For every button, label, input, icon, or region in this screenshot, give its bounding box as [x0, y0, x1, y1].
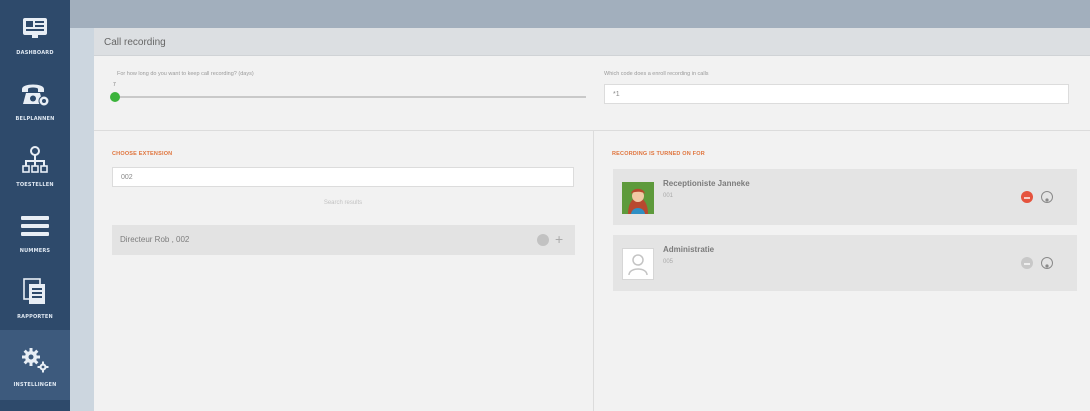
extension-result-label: Directeur Rob , 002 [120, 235, 190, 244]
retention-slider-track[interactable] [116, 96, 586, 98]
sidebar-item-belplannen[interactable]: BELPLANNEN [0, 66, 70, 132]
documents-icon [15, 274, 55, 310]
dial-code-input[interactable] [604, 84, 1069, 104]
info-button[interactable] [1041, 257, 1053, 269]
app-root: DASHBOARD BELPLANNEN TOESTELLEN NUMMERS … [0, 0, 1090, 411]
section-divider [94, 130, 1090, 131]
remove-button[interactable] [1021, 257, 1033, 269]
remove-icon [537, 234, 549, 246]
sidebar-item-label: TOESTELLEN [16, 182, 54, 188]
sidebar-item-label: DASHBOARD [16, 50, 54, 56]
sidebar-item-toestellen[interactable]: TOESTELLEN [0, 132, 70, 198]
retention-label: For how long do you want to keep call re… [117, 71, 254, 77]
sidebar-item-label: INSTELLINGEN [13, 382, 57, 388]
sidebar-item-label: RAPPORTEN [17, 314, 53, 320]
retention-value: 7 [113, 82, 116, 88]
add-button[interactable]: + [555, 230, 563, 248]
retention-slider-thumb[interactable] [110, 92, 120, 102]
sidebar-item-rapporten[interactable]: RAPPORTEN [0, 264, 70, 330]
sidebar: DASHBOARD BELPLANNEN TOESTELLEN NUMMERS … [0, 0, 70, 411]
choose-extension-title: CHOOSE EXTENSION [112, 151, 173, 157]
sidebar-item-dashboard[interactable]: DASHBOARD [0, 0, 70, 66]
remove-button[interactable] [1021, 191, 1033, 203]
woman-avatar-icon [622, 182, 654, 214]
org-tree-icon [15, 142, 55, 178]
column-divider [593, 131, 594, 411]
gears-icon [15, 342, 55, 378]
sidebar-item-nummers[interactable]: NUMMERS [0, 198, 70, 264]
card-name: Administratie [663, 245, 715, 254]
panel-header: Call recording [94, 28, 1090, 56]
extension-result-row[interactable]: Directeur Rob , 002 + [112, 225, 575, 255]
info-button[interactable] [1041, 191, 1053, 203]
sidebar-item-label: BELPLANNEN [15, 116, 55, 122]
recording-card: Administratie 005 [613, 235, 1077, 291]
panel-title: Call recording [104, 37, 166, 48]
menu-lines-icon [15, 208, 55, 244]
dial-code-label: Which code does a enroll recording in ca… [604, 71, 709, 77]
recording-on-title: RECORDING IS TURNED ON FOR [612, 151, 705, 157]
search-results-text: Search results [323, 200, 363, 206]
extension-search-input[interactable] [112, 167, 574, 187]
card-extension: 005 [663, 259, 674, 265]
card-extension: 001 [663, 193, 674, 199]
top-bar [70, 0, 1090, 28]
sidebar-gutter [70, 0, 94, 411]
dashboard-icon [15, 10, 55, 46]
phone-settings-icon [15, 76, 55, 112]
person-placeholder-icon [622, 248, 654, 280]
sidebar-item-label: NUMMERS [19, 248, 51, 254]
recording-card: Receptioniste Janneke 001 [613, 169, 1077, 225]
card-name: Receptioniste Janneke [663, 179, 750, 188]
sidebar-item-instellingen[interactable]: INSTELLINGEN [0, 330, 70, 400]
